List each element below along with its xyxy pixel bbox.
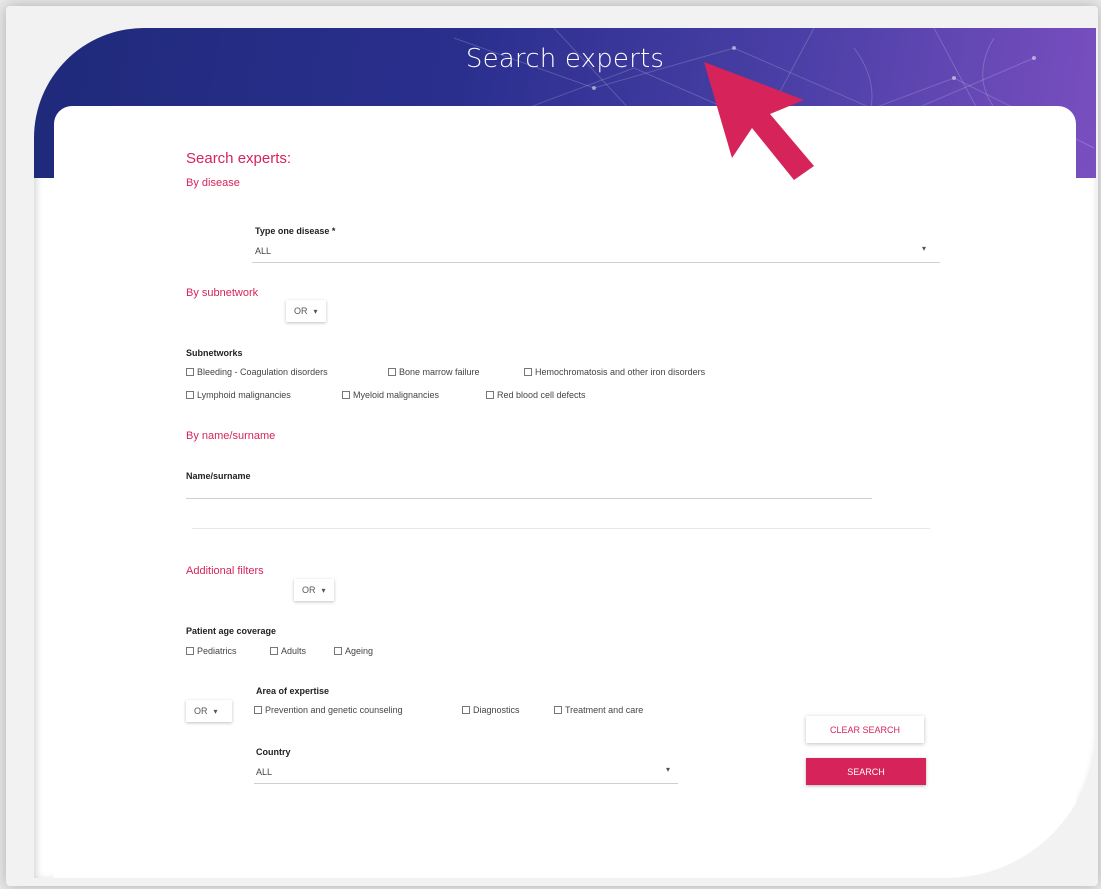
country-label: Country bbox=[256, 747, 291, 757]
checkbox-age-1[interactable]: Adults bbox=[270, 646, 306, 656]
subnetworks-label: Subnetworks bbox=[186, 348, 243, 358]
form-heading: Search experts: bbox=[186, 150, 292, 167]
section-additional-filters: Additional filters bbox=[186, 565, 264, 577]
caret-down-icon[interactable]: ▾ bbox=[666, 765, 670, 774]
checkbox-icon[interactable] bbox=[334, 647, 342, 655]
checkbox-icon[interactable] bbox=[342, 391, 350, 399]
checkbox-subnetwork-0[interactable]: Bleeding - Coagulation disorders bbox=[186, 367, 328, 377]
checkbox-icon[interactable] bbox=[186, 391, 194, 399]
subnetwork-operator-dropdown[interactable]: OR ▾ bbox=[286, 300, 326, 322]
search-button[interactable]: SEARCH bbox=[806, 758, 926, 785]
disease-field-label: Type one disease * bbox=[255, 226, 336, 236]
section-by-subnetwork: By subnetwork bbox=[186, 287, 259, 299]
checkbox-subnetwork-2[interactable]: Hemochromatosis and other iron disorders bbox=[524, 367, 705, 377]
expertise-operator-value: OR bbox=[194, 706, 208, 716]
name-field-label: Name/surname bbox=[186, 471, 251, 481]
checkbox-icon[interactable] bbox=[486, 391, 494, 399]
caret-down-icon[interactable]: ▾ bbox=[922, 244, 926, 253]
additional-operator-value: OR bbox=[302, 585, 316, 595]
checkbox-icon[interactable] bbox=[254, 706, 262, 714]
caret-down-icon: ▾ bbox=[313, 306, 318, 316]
checkbox-icon[interactable] bbox=[270, 647, 278, 655]
section-divider bbox=[192, 528, 930, 529]
age-coverage-label: Patient age coverage bbox=[186, 626, 277, 636]
section-by-name: By name/surname bbox=[186, 430, 276, 442]
additional-operator-dropdown[interactable]: OR ▾ bbox=[294, 579, 334, 601]
subnetwork-operator-value: OR bbox=[294, 306, 308, 316]
section-by-disease: By disease bbox=[186, 177, 240, 189]
checkbox-expertise-2[interactable]: Treatment and care bbox=[554, 705, 643, 715]
expertise-operator-dropdown[interactable]: OR ▾ bbox=[186, 700, 232, 722]
checkbox-icon[interactable] bbox=[186, 368, 194, 376]
banner-title: Search experts bbox=[465, 44, 665, 74]
name-input-underline bbox=[186, 498, 872, 499]
checkbox-icon[interactable] bbox=[186, 647, 194, 655]
disease-select-underline bbox=[252, 262, 940, 263]
country-select-underline bbox=[254, 783, 678, 784]
checkbox-age-2[interactable]: Ageing bbox=[334, 646, 373, 656]
disease-select-value[interactable]: ALL bbox=[255, 246, 271, 256]
checkbox-subnetwork-1[interactable]: Bone marrow failure bbox=[388, 367, 480, 377]
checkbox-subnetwork-5[interactable]: Red blood cell defects bbox=[486, 390, 586, 400]
checkbox-expertise-1[interactable]: Diagnostics bbox=[462, 705, 520, 715]
caret-down-icon: ▾ bbox=[213, 706, 218, 716]
name-input[interactable] bbox=[186, 482, 872, 498]
arrow-pointer-icon bbox=[704, 62, 814, 180]
checkbox-icon[interactable] bbox=[524, 368, 532, 376]
checkbox-icon[interactable] bbox=[462, 706, 470, 714]
caret-down-icon: ▾ bbox=[321, 585, 326, 595]
clear-search-button[interactable]: CLEAR SEARCH bbox=[806, 716, 924, 743]
checkbox-subnetwork-4[interactable]: Myeloid malignancies bbox=[342, 390, 439, 400]
checkbox-icon[interactable] bbox=[388, 368, 396, 376]
checkbox-age-0[interactable]: Pediatrics bbox=[186, 646, 237, 656]
country-select-value[interactable]: ALL bbox=[256, 767, 272, 777]
expertise-label: Area of expertise bbox=[256, 686, 330, 696]
checkbox-expertise-0[interactable]: Prevention and genetic counseling bbox=[254, 705, 403, 715]
checkbox-subnetwork-3[interactable]: Lymphoid malignancies bbox=[186, 390, 291, 400]
checkbox-icon[interactable] bbox=[554, 706, 562, 714]
